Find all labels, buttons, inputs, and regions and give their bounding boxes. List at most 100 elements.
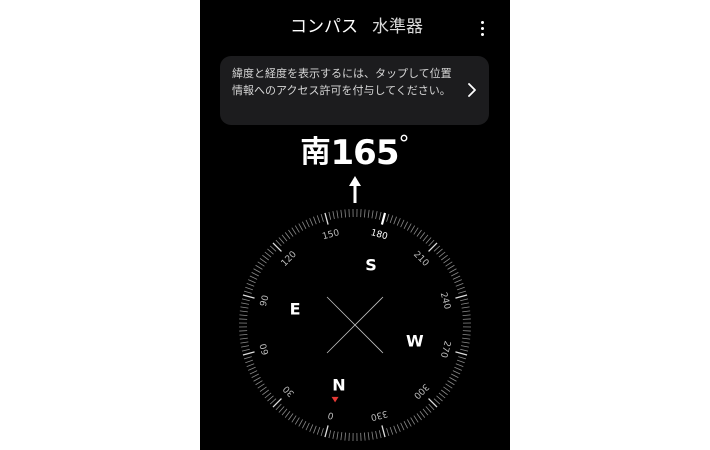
minor-tick xyxy=(371,210,374,219)
minor-tick xyxy=(416,229,422,237)
minor-tick xyxy=(284,411,291,418)
minor-tick xyxy=(267,395,274,402)
degree-label: 270 xyxy=(438,339,452,358)
minor-tick xyxy=(243,290,252,294)
minor-tick xyxy=(367,209,370,218)
minor-tick xyxy=(454,366,462,371)
minor-tick xyxy=(389,215,394,224)
minor-tick xyxy=(445,383,453,389)
minor-tick xyxy=(461,341,470,344)
minor-tick xyxy=(336,431,339,440)
minor-tick xyxy=(253,377,261,382)
major-tick xyxy=(455,351,468,356)
minor-tick xyxy=(239,310,248,313)
minor-tick xyxy=(425,406,432,413)
minor-tick xyxy=(259,386,267,392)
minor-tick xyxy=(375,430,378,439)
minor-tick xyxy=(364,432,366,441)
heading-readout: 南165° xyxy=(200,133,510,174)
banner-message: 緯度と経度を表示するには、タップして位置情報へのアクセス許可を付与してください。 xyxy=(232,67,452,97)
minor-tick xyxy=(298,223,303,231)
minor-tick xyxy=(332,430,335,439)
minor-tick xyxy=(328,430,332,439)
minor-tick xyxy=(291,227,297,235)
degree-label: 0 xyxy=(327,409,335,420)
minor-tick xyxy=(340,209,343,218)
minor-tick xyxy=(313,425,317,434)
location-permission-banner[interactable]: 緯度と経度を表示するには、タップして位置情報へのアクセス許可を付与してください。 xyxy=(220,56,489,125)
minor-tick xyxy=(241,302,250,305)
minor-tick xyxy=(253,268,261,273)
minor-tick xyxy=(248,279,256,284)
minor-tick xyxy=(443,386,451,392)
minor-tick xyxy=(419,411,426,418)
minor-tick xyxy=(447,380,455,386)
minor-tick xyxy=(275,403,282,411)
minor-tick xyxy=(441,254,448,261)
tab-level[interactable]: 水準器 xyxy=(372,16,423,38)
minor-tick xyxy=(400,219,405,228)
minor-tick xyxy=(413,415,419,423)
minor-tick xyxy=(264,251,272,258)
degree-label: 30 xyxy=(281,383,296,398)
compass-dial: 0 30 60 90 120 150 180 210 240 270 300 330 N E S W xyxy=(239,176,471,441)
degree-label: 330 xyxy=(369,408,388,422)
minor-tick xyxy=(257,261,265,267)
minor-tick xyxy=(375,211,378,220)
minor-tick xyxy=(433,398,441,405)
minor-tick xyxy=(269,245,277,252)
tab-compass[interactable]: コンパス xyxy=(290,16,358,38)
minor-tick xyxy=(344,432,346,441)
minor-tick xyxy=(389,426,394,435)
minor-tick xyxy=(422,408,429,416)
minor-tick xyxy=(249,275,258,280)
minor-tick xyxy=(386,213,390,222)
minor-tick xyxy=(445,261,453,267)
minor-tick xyxy=(433,245,441,252)
minor-tick xyxy=(336,210,339,219)
minor-tick xyxy=(316,215,321,224)
center-crosshair xyxy=(326,296,384,354)
minor-tick xyxy=(241,348,250,352)
minor-tick xyxy=(251,373,259,379)
minor-tick xyxy=(257,383,265,389)
major-tick xyxy=(324,425,329,438)
minor-tick xyxy=(454,279,462,284)
minor-tick xyxy=(288,413,294,421)
minor-tick xyxy=(413,227,419,235)
more-options-icon[interactable] xyxy=(472,18,492,38)
minor-tick xyxy=(428,239,435,247)
minor-tick xyxy=(456,286,465,291)
minor-tick xyxy=(255,264,263,270)
minor-tick xyxy=(400,422,405,431)
chevron-right-icon xyxy=(468,83,476,97)
minor-tick xyxy=(410,225,416,233)
minor-tick xyxy=(461,306,470,309)
minor-tick xyxy=(284,232,291,239)
heading-degrees: 165 xyxy=(330,133,400,173)
minor-tick xyxy=(243,356,252,360)
minor-tick xyxy=(460,302,469,305)
degree-label: 240 xyxy=(438,291,452,310)
minor-tick xyxy=(294,417,300,425)
minor-tick xyxy=(449,268,457,273)
minor-tick xyxy=(262,389,269,396)
minor-tick xyxy=(281,408,288,416)
minor-tick xyxy=(239,337,248,340)
minor-tick xyxy=(305,422,310,431)
minor-tick xyxy=(452,370,461,375)
minor-tick xyxy=(262,254,269,261)
minor-tick xyxy=(313,216,317,225)
minor-tick xyxy=(428,403,435,411)
minor-tick xyxy=(267,248,274,255)
minor-tick xyxy=(246,363,255,367)
minor-tick xyxy=(396,218,401,226)
minor-tick xyxy=(249,370,258,375)
cardinal-n: N xyxy=(332,375,345,394)
degree-label: 120 xyxy=(280,249,299,268)
minor-tick xyxy=(419,232,426,239)
minor-tick xyxy=(239,314,248,316)
minor-tick xyxy=(328,211,332,220)
minor-tick xyxy=(443,258,451,264)
minor-tick xyxy=(278,406,285,413)
